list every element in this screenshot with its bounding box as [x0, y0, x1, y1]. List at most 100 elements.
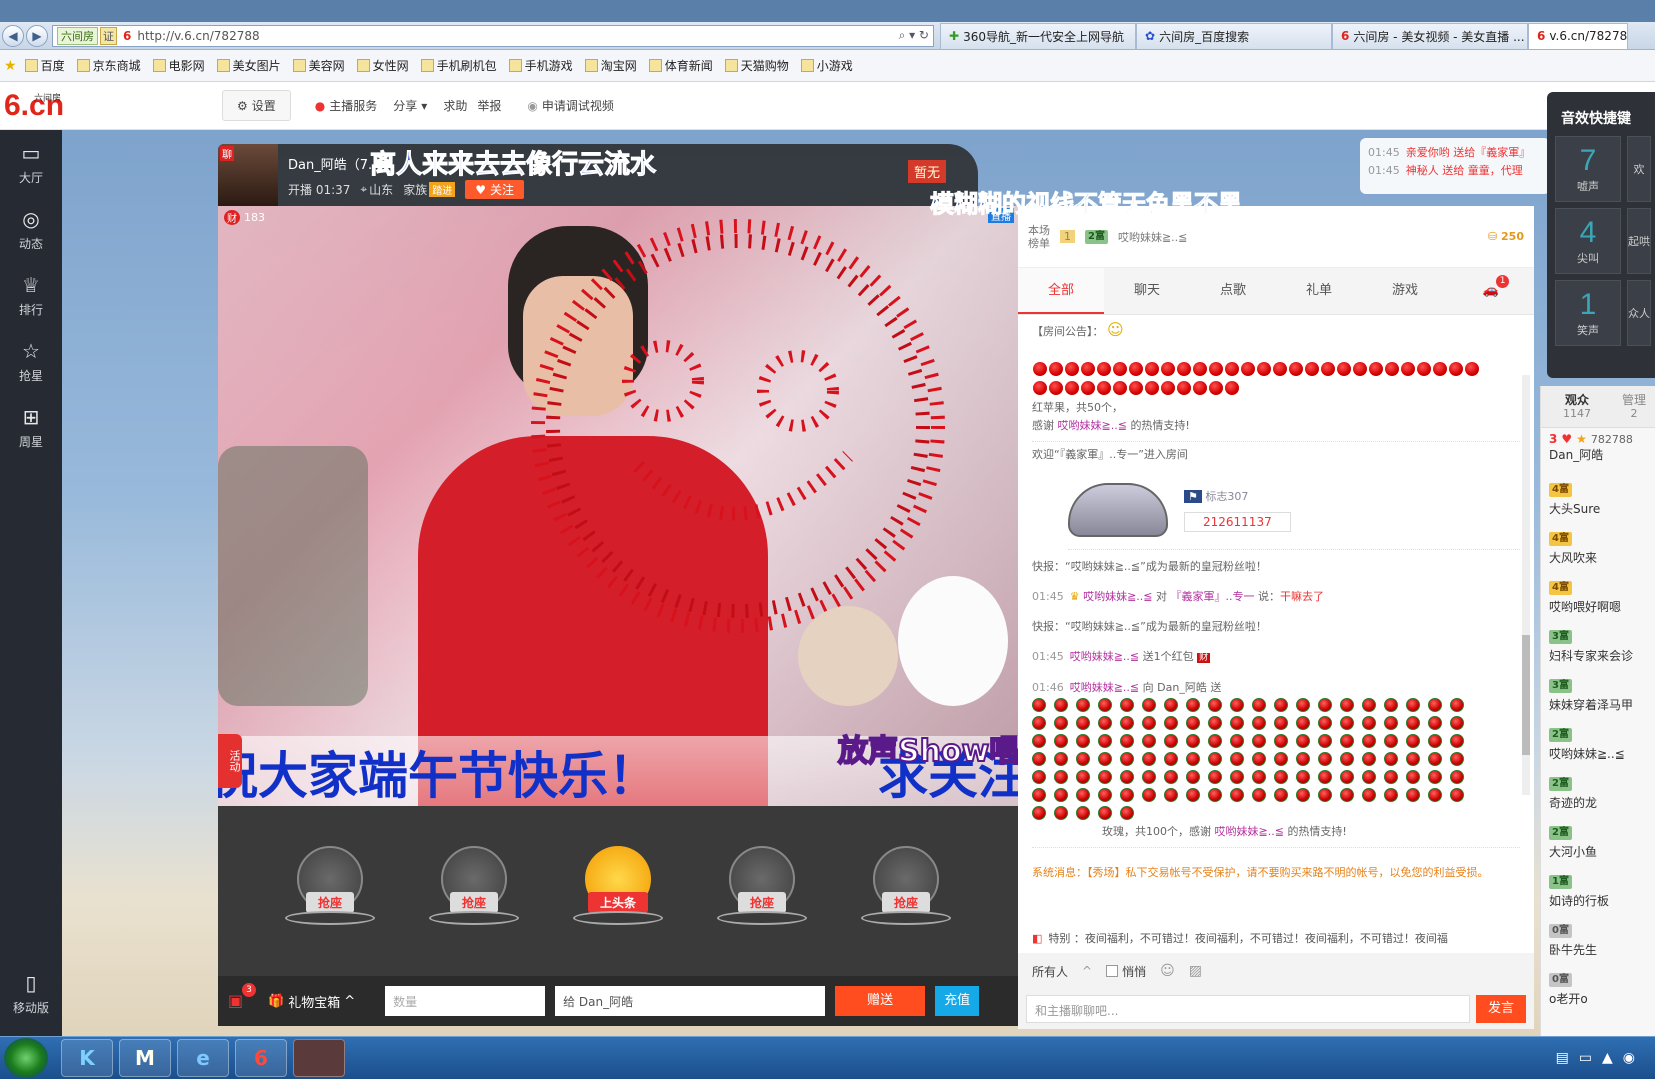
- seat-button[interactable]: 抢座: [858, 846, 954, 936]
- audience-item[interactable]: 2富 大河小鱼: [1541, 820, 1655, 869]
- sound-button[interactable]: 起哄: [1627, 208, 1651, 274]
- nav-item[interactable]: ♕ 排行: [0, 262, 62, 328]
- seat-button[interactable]: 抢座: [282, 846, 378, 936]
- bookmark-item[interactable]: 京东商城: [76, 57, 141, 74]
- send-gift-button[interactable]: 赠送: [835, 986, 926, 1016]
- user-link[interactable]: 哎哟妹妹≧..≦: [1070, 681, 1139, 694]
- gift-recipient-select[interactable]: 给 Dan_阿皓: [555, 986, 826, 1016]
- sound-button[interactable]: 4 尖叫: [1555, 208, 1621, 274]
- emoji-icon[interactable]: ☺: [1160, 963, 1175, 979]
- live-video[interactable]: 财 183 祝大家端午节快乐！ 求关注 放声Show唱 活动 直播: [218, 206, 1018, 806]
- bookmark-item[interactable]: 百度: [24, 57, 65, 74]
- audience-item[interactable]: 2富 哎哟妹妹≧..≦: [1541, 722, 1655, 771]
- apple-icon: [1305, 362, 1319, 376]
- browser-tab[interactable]: ✚ 360导航_新一代安全上网导航: [940, 22, 1136, 49]
- chat-tab[interactable]: 游戏: [1362, 268, 1448, 314]
- browser-tab[interactable]: ✿ 六间房_百度搜索: [1136, 22, 1332, 49]
- audience-item[interactable]: 4富 大风吹来: [1541, 526, 1655, 575]
- nav-item[interactable]: ☆ 抢星: [0, 328, 62, 394]
- forward-icon[interactable]: ▶: [26, 24, 48, 47]
- seat-button[interactable]: 抢座: [426, 846, 522, 936]
- audience-item[interactable]: 3富 妇科专家来会诊: [1541, 624, 1655, 673]
- report-link[interactable]: 举报: [477, 97, 501, 114]
- bookmark-item[interactable]: 手机刷机包: [420, 57, 497, 74]
- audience-item[interactable]: 1富 如诗的行板: [1541, 869, 1655, 918]
- mobile-version-button[interactable]: ▯ 移动版: [0, 960, 62, 1026]
- seat-button[interactable]: 上头条: [570, 846, 666, 936]
- kmplayer-icon[interactable]: M: [119, 1039, 171, 1077]
- bookmark-item[interactable]: 天猫购物: [724, 57, 789, 74]
- audience-item[interactable]: 4富 大头Sure: [1541, 477, 1655, 526]
- favorites-star-icon[interactable]: ★: [4, 58, 17, 74]
- kugou-icon[interactable]: K: [61, 1039, 113, 1077]
- bookmark-item[interactable]: 美容网: [292, 57, 345, 74]
- chat-target-select[interactable]: 所有人: [1032, 963, 1068, 980]
- user-link[interactable]: 哎哟妹妹≧..≦: [1215, 825, 1284, 838]
- follow-button[interactable]: ♥ 关注: [465, 180, 524, 199]
- audience-item[interactable]: 2富 奇迹的龙: [1541, 771, 1655, 820]
- gift-quantity-input[interactable]: 数量: [385, 986, 546, 1016]
- host-entry[interactable]: 3 ♥ ★ 782788 Dan_阿皓: [1541, 428, 1655, 477]
- bookmark-item[interactable]: 美女图片: [216, 57, 281, 74]
- chevron-up-icon[interactable]: ^: [1082, 964, 1092, 978]
- audience-item[interactable]: 4富 哎哟喂好啊嗯: [1541, 575, 1655, 624]
- settings-button[interactable]: ⚙ 设置: [222, 90, 291, 121]
- audience-item[interactable]: 0富 o老开o: [1541, 967, 1655, 1016]
- audience-item[interactable]: 0富 卧牛先生: [1541, 918, 1655, 967]
- seat-button[interactable]: 抢座: [714, 846, 810, 936]
- gift-box-button[interactable]: 🎁 礼物宝箱 ^: [268, 992, 355, 1011]
- bookmark-item[interactable]: 淘宝网: [584, 57, 637, 74]
- search-icon[interactable]: ⌕ ▾ ↻: [899, 28, 929, 43]
- audience-item[interactable]: 3富 妹妹穿着泽马甲: [1541, 673, 1655, 722]
- user-link[interactable]: 哎哟妹妹≧..≦: [1070, 650, 1139, 663]
- url-field[interactable]: 六间房 证 6 http://v.6.cn/782788 ⌕ ▾ ↻: [52, 24, 934, 47]
- whisper-checkbox[interactable]: 悄悄: [1106, 963, 1146, 980]
- liujianfang-icon[interactable]: 6: [235, 1039, 287, 1077]
- rose-icon: [1406, 788, 1420, 802]
- rank-user-link[interactable]: 哎哟妹妹≧..≦: [1118, 229, 1187, 245]
- user-link[interactable]: 哎哟妹妹≧..≦: [1083, 590, 1152, 603]
- bookmark-item[interactable]: 女性网: [356, 57, 409, 74]
- help-link[interactable]: 求助: [443, 97, 467, 114]
- system-tray-icons[interactable]: ▤▭▲◉: [1556, 1050, 1645, 1066]
- chat-tab[interactable]: 点歌: [1190, 268, 1276, 314]
- rose-icon: [1428, 770, 1442, 784]
- image-icon[interactable]: ▨: [1189, 963, 1202, 979]
- start-button[interactable]: [4, 1038, 48, 1078]
- apply-debug-link[interactable]: ◉ 申请调试视频: [527, 97, 614, 114]
- chat-tab[interactable]: 礼单: [1276, 268, 1362, 314]
- browser-tab[interactable]: 6 六间房 - 美女视频 - 美女直播 ...: [1332, 22, 1528, 49]
- anchor-service-link[interactable]: ● 主播服务: [315, 97, 378, 114]
- admin-tab[interactable]: 管理 2: [1613, 393, 1655, 421]
- site-logo[interactable]: 6.cn 六间房: [4, 89, 64, 123]
- chat-tab[interactable]: 聊天: [1104, 268, 1190, 314]
- bookmark-item[interactable]: 小游戏: [800, 57, 853, 74]
- recharge-button[interactable]: 充值: [935, 986, 980, 1016]
- share-link[interactable]: 分享 ▾: [393, 97, 427, 114]
- bookmark-item[interactable]: 手机游戏: [508, 57, 573, 74]
- car-tab[interactable]: 🚗 1: [1448, 268, 1534, 314]
- activity-tab[interactable]: 活动: [218, 734, 242, 788]
- user-link[interactable]: 『義家軍』..专一: [1171, 590, 1255, 603]
- bookmark-item[interactable]: 体育新闻: [648, 57, 713, 74]
- back-icon[interactable]: ◀: [2, 24, 24, 47]
- nav-item[interactable]: ▭ 大厅: [0, 130, 62, 196]
- user-link[interactable]: 哎哟妹妹≧..≦: [1058, 419, 1127, 432]
- browser-tab-active[interactable]: 6 v.6.cn/782788: [1528, 22, 1628, 49]
- nav-item[interactable]: ◎ 动态: [0, 196, 62, 262]
- chat-tab[interactable]: 全部: [1018, 268, 1104, 314]
- sound-button[interactable]: 众人: [1627, 280, 1651, 346]
- bookmark-item[interactable]: 电影网: [152, 57, 205, 74]
- audience-tab[interactable]: 观众 1147: [1541, 393, 1613, 421]
- video-window-icon[interactable]: [293, 1039, 345, 1077]
- sound-button[interactable]: 1 笑声: [1555, 280, 1621, 346]
- nav-item[interactable]: ⊞ 周星: [0, 394, 62, 460]
- sound-button[interactable]: 7 嘘声: [1555, 136, 1621, 202]
- rose-icon: [1384, 788, 1398, 802]
- sound-button[interactable]: 欢: [1627, 136, 1651, 202]
- chat-input[interactable]: 和主播聊聊吧...: [1026, 995, 1470, 1023]
- lucky-bag-icon[interactable]: ▣ 3: [228, 983, 256, 1011]
- ie-icon[interactable]: e: [177, 1039, 229, 1077]
- send-chat-button[interactable]: 发言: [1476, 995, 1526, 1023]
- chat-scrollbar[interactable]: [1522, 375, 1530, 795]
